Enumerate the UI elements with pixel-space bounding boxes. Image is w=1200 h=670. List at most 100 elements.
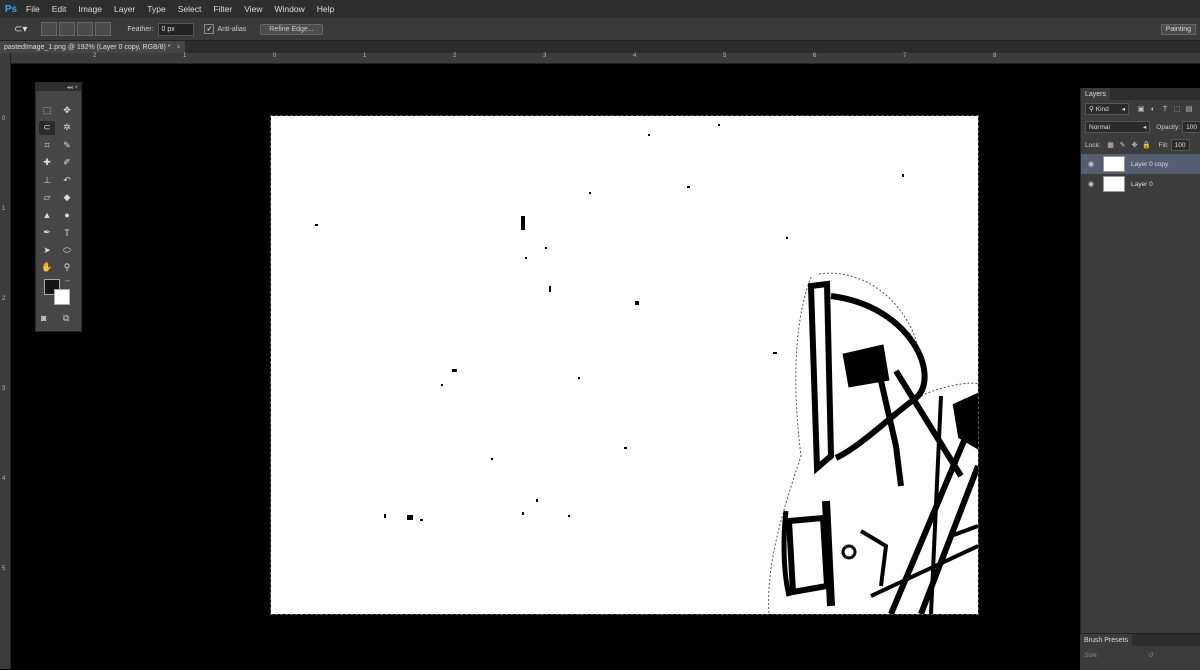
tools-panel: ◂◂ × ⬚ ✥ ⊂ ✲ ⌗ ✎ ✚ ✐ ⊥ ↶ ▱ ◆ ▲ ● ✒ T ➤ ⬭ ✋ ⚲ ↔ ◙ ⧉ <box>35 82 82 332</box>
menu-image[interactable]: Image <box>72 4 108 14</box>
path-selection-icon[interactable]: ➤ <box>39 243 55 257</box>
history-brush-icon[interactable]: ↶ <box>59 173 75 187</box>
refine-edge-button[interactable]: Refine Edge... <box>260 23 323 35</box>
layer-name: Layer 0 copy <box>1131 160 1169 168</box>
selection-mode-group <box>41 22 113 36</box>
horizontal-ruler[interactable]: 2 1 0 1 2 3 4 5 6 7 8 <box>10 53 1200 64</box>
close-icon[interactable]: × <box>177 44 181 51</box>
brush-icon[interactable]: ✐ <box>59 156 75 170</box>
menu-filter[interactable]: Filter <box>207 4 238 14</box>
menu-type[interactable]: Type <box>141 4 171 14</box>
add-selection-icon[interactable] <box>59 22 76 36</box>
new-selection-icon[interactable] <box>41 22 58 36</box>
layer-filter-row: ⚲ Kind ◂ ▣ ◐ T ⬚ ▤ <box>1081 100 1200 118</box>
visibility-eye-icon[interactable]: ◉ <box>1085 180 1097 188</box>
ruler-label: 8 <box>993 53 997 59</box>
lasso-icon[interactable]: ⊂ <box>39 120 55 135</box>
filter-kind-value: Kind <box>1095 105 1109 113</box>
filter-pixel-icon[interactable]: ▣ <box>1135 104 1147 114</box>
layers-panel-tabs: Layers <box>1081 88 1200 100</box>
layer-thumbnail <box>1103 176 1125 192</box>
blend-mode-select[interactable]: Normal ◂ <box>1085 121 1151 133</box>
subtract-selection-icon[interactable] <box>77 22 94 36</box>
paint-bucket-icon[interactable]: ◆ <box>59 191 75 205</box>
feather-input[interactable] <box>158 22 195 36</box>
filter-kind-select[interactable]: ⚲ Kind ◂ <box>1085 103 1129 115</box>
blend-opacity-row: Normal ◂ Opacity: 100 <box>1081 118 1200 136</box>
ruler-label: 2 <box>453 53 457 59</box>
fill-label: Fill: <box>1158 141 1169 149</box>
swap-colors-icon[interactable]: ↔ <box>64 277 71 284</box>
hand-icon[interactable]: ✋ <box>39 261 55 275</box>
background-color-swatch[interactable] <box>54 289 70 305</box>
layer-thumbnail <box>1103 156 1125 172</box>
lock-label: Lock: <box>1085 141 1101 149</box>
tools-panel-header[interactable]: ◂◂ × <box>36 83 81 91</box>
intersect-selection-icon[interactable] <box>95 22 112 36</box>
ruler-label: 1 <box>183 53 187 59</box>
layers-panel: Layers ⚲ Kind ◂ ▣ ◐ T ⬚ ▤ Normal ◂ Opaci… <box>1080 88 1200 633</box>
filter-smartobject-icon[interactable]: ▤ <box>1183 104 1195 114</box>
menu-help[interactable]: Help <box>311 4 340 14</box>
document-tab-title: pastedImage_1.png @ 192% (Layer 0 copy, … <box>4 43 171 51</box>
fill-input[interactable]: 100 <box>1170 139 1190 151</box>
pen-icon[interactable]: ✒ <box>39 226 55 240</box>
brush-size-row: Size: ↺ <box>1080 646 1200 664</box>
filter-shape-icon[interactable]: ⬚ <box>1171 104 1183 114</box>
menu-layer[interactable]: Layer <box>108 4 141 14</box>
tab-layers[interactable]: Layers <box>1081 88 1111 100</box>
ellipse-icon[interactable]: ⬭ <box>59 243 75 257</box>
menu-view[interactable]: View <box>238 4 268 14</box>
dodge-icon[interactable]: ● <box>59 208 75 222</box>
layer-row[interactable]: ◉ Layer 0 copy <box>1081 154 1200 174</box>
menu-file[interactable]: File <box>20 4 46 14</box>
ruler-label: 2 <box>2 296 6 302</box>
ruler-label: 5 <box>723 53 727 59</box>
clone-stamp-icon[interactable]: ⊥ <box>39 173 55 187</box>
workspace-switcher[interactable]: Painting <box>1160 24 1196 35</box>
type-icon[interactable]: T <box>59 226 75 240</box>
document-tab[interactable]: pastedImage_1.png @ 192% (Layer 0 copy, … <box>0 41 185 53</box>
brush-presets-tabs: Brush Presets <box>1080 634 1200 646</box>
menu-select[interactable]: Select <box>172 4 208 14</box>
lasso-preset-icon[interactable]: ⊂▾ <box>14 24 27 35</box>
blur-icon[interactable]: ▲ <box>39 208 55 222</box>
lock-image-icon[interactable]: ✎ <box>1117 140 1129 150</box>
lock-position-icon[interactable]: ✥ <box>1129 140 1141 150</box>
quick-mask-icon[interactable]: ◙ <box>41 313 46 323</box>
rectangular-marquee-icon[interactable]: ⬚ <box>39 103 55 117</box>
zoom-icon[interactable]: ⚲ <box>59 261 75 275</box>
ruler-label: 7 <box>903 53 907 59</box>
ruler-label: 2 <box>93 53 97 59</box>
filter-type-icon[interactable]: T <box>1159 104 1171 114</box>
antialias-checkbox[interactable]: ✓ <box>204 24 215 34</box>
menu-bar: Ps File Edit Image Layer Type Select Fil… <box>0 0 1200 18</box>
filter-adjustment-icon[interactable]: ◐ <box>1147 104 1159 114</box>
lock-all-icon[interactable]: 🔒 <box>1141 140 1153 150</box>
document-canvas[interactable] <box>270 115 979 615</box>
menu-edit[interactable]: Edit <box>46 4 73 14</box>
reset-icon[interactable]: ↺ <box>1148 651 1153 659</box>
move-icon[interactable]: ✥ <box>59 103 75 117</box>
brush-presets-panel: Brush Presets Size: ↺ <box>1080 633 1200 670</box>
crop-icon[interactable]: ⌗ <box>39 138 55 152</box>
spot-healing-icon[interactable]: ✚ <box>39 156 55 170</box>
screen-mode-icon[interactable]: ⧉ <box>63 313 69 324</box>
visibility-eye-icon[interactable]: ◉ <box>1085 160 1097 168</box>
options-bar: ⊂▾ Feather: ✓ Anti-alias Refine Edge... <box>0 18 1200 41</box>
tab-brush-presets[interactable]: Brush Presets <box>1080 634 1132 646</box>
blend-mode-value: Normal <box>1089 123 1110 131</box>
chevron-down-icon: ◂ <box>1121 106 1125 113</box>
menu-window[interactable]: Window <box>268 4 310 14</box>
opacity-input[interactable]: 100 <box>1182 121 1200 133</box>
lock-transparent-icon[interactable]: ▦ <box>1105 140 1117 150</box>
vertical-ruler[interactable]: 0 1 2 3 4 5 <box>0 53 11 669</box>
opacity-label: Opacity: <box>1156 123 1181 131</box>
eyedropper-icon[interactable]: ✎ <box>59 138 75 152</box>
machine-illustration <box>781 280 978 614</box>
layer-row[interactable]: ◉ Layer 0 <box>1081 174 1200 194</box>
eraser-icon[interactable]: ▱ <box>39 191 55 205</box>
chevron-down-icon: ◂ <box>1143 124 1147 131</box>
magic-wand-icon[interactable]: ✲ <box>59 121 75 135</box>
ruler-label: 4 <box>2 476 6 482</box>
